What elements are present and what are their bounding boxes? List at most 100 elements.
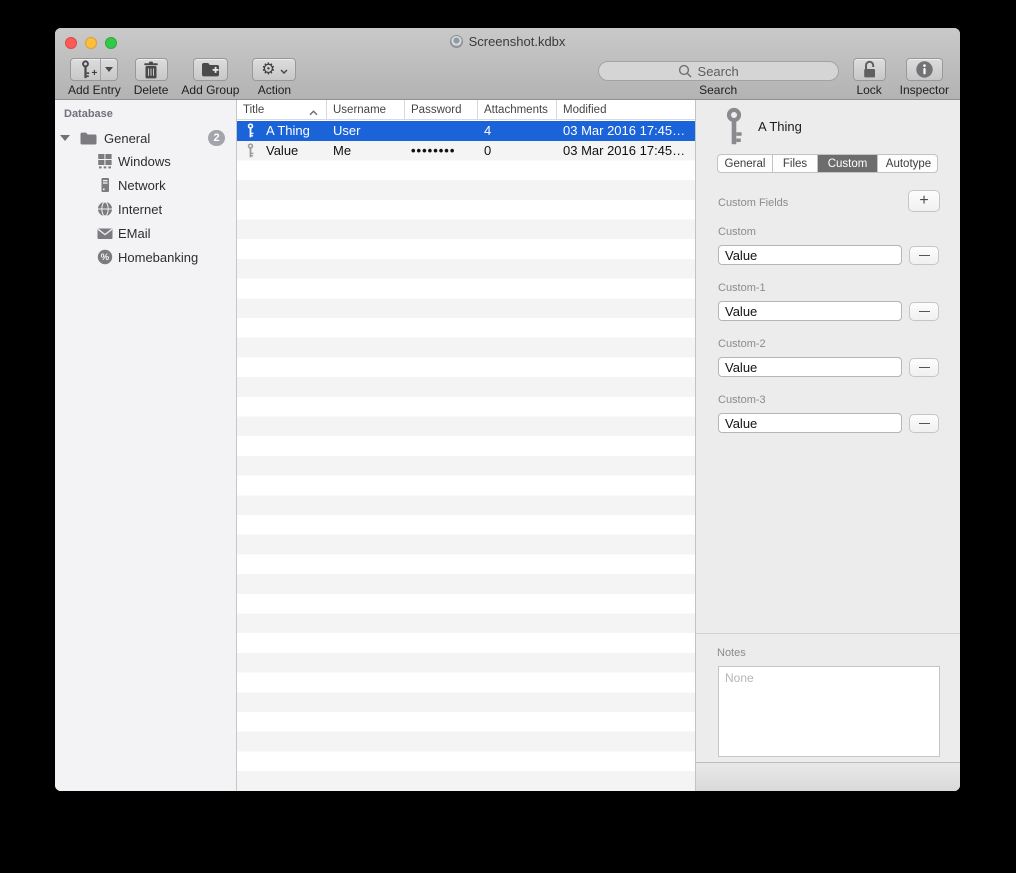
add-field-button[interactable]: +	[908, 190, 940, 212]
custom-fields-label: Custom Fields	[718, 197, 788, 209]
column-header-title[interactable]: Title	[237, 100, 327, 119]
cell-username: User	[327, 123, 405, 138]
search-icon	[678, 64, 692, 83]
desktop: Screenshot.kdbx + Add Entry Delete	[0, 0, 1016, 873]
sidebar-item-windows[interactable]: Windows	[55, 150, 236, 172]
toolbar-left-group: + Add Entry Delete Add Group	[68, 58, 296, 97]
cell-modified: 03 Mar 2016 17:45…	[557, 123, 695, 138]
entry-count-badge: 2	[208, 130, 225, 146]
delete-item: Delete	[134, 58, 169, 97]
sidebar-group-general[interactable]: General 2	[55, 127, 236, 149]
tab-files[interactable]: Files	[773, 155, 818, 172]
tab-custom[interactable]: Custom	[818, 155, 878, 172]
inspector-item: Inspector	[900, 58, 949, 97]
add-entry-item: + Add Entry	[68, 58, 121, 97]
windows-icon	[96, 153, 113, 169]
table-row[interactable]: A Thing User 4 03 Mar 2016 17:45…	[237, 121, 695, 141]
toolbar-right-group: Search Lock Inspector	[598, 58, 949, 97]
column-header-modified[interactable]: Modified	[557, 100, 695, 119]
key-icon	[247, 123, 254, 138]
toolbar-items: + Add Entry Delete Add Group	[68, 58, 949, 97]
divider	[696, 633, 960, 634]
entry-table: TitleUsernamePasswordAttachmentsModified…	[237, 100, 695, 791]
notes-label: Notes	[717, 647, 746, 659]
sidebar-item-network[interactable]: Network	[55, 174, 236, 196]
tab-general[interactable]: General	[718, 155, 773, 172]
column-header-attachments[interactable]: Attachments	[478, 100, 557, 119]
cell-title: Value	[237, 143, 327, 158]
custom-field-value-input[interactable]	[718, 413, 902, 433]
delete-label: Delete	[134, 83, 169, 97]
sidebar-item-email[interactable]: EMail	[55, 222, 236, 244]
sidebar-section-header: Database	[64, 108, 113, 120]
disclosure-triangle-icon[interactable]	[60, 135, 70, 141]
chevron-down-icon	[105, 67, 113, 72]
minus-icon	[919, 367, 930, 368]
column-header-password[interactable]: Password	[405, 100, 478, 119]
folder-icon	[80, 132, 97, 145]
key-icon	[725, 107, 743, 151]
custom-field-value-input[interactable]	[718, 301, 902, 321]
window-title: Screenshot.kdbx	[469, 34, 566, 49]
add-group-button[interactable]	[193, 58, 228, 81]
table-body[interactable]: A Thing User 4 03 Mar 2016 17:45…Value M…	[237, 121, 695, 791]
inspector-label: Inspector	[900, 83, 949, 97]
gear-icon: ⚙	[261, 62, 275, 78]
cell-attachments: 4	[478, 123, 557, 138]
sort-ascending-icon	[309, 107, 318, 119]
custom-field-label: Custom-2	[718, 338, 766, 350]
custom-field-value-input[interactable]	[718, 245, 902, 265]
remove-field-button[interactable]	[909, 414, 939, 433]
sidebar-item-label: EMail	[118, 226, 151, 241]
action-label: Action	[258, 83, 291, 97]
sidebar-item-label: Windows	[118, 154, 171, 169]
add-entry-dropdown[interactable]	[100, 59, 117, 80]
cell-password: ••••••••	[405, 143, 478, 158]
inspector-tabs: GeneralFilesCustomAutotype	[717, 154, 938, 173]
key-icon	[247, 143, 254, 158]
column-header-username[interactable]: Username	[327, 100, 405, 119]
sidebar-item-label: Internet	[118, 202, 162, 217]
table-row[interactable]: Value Me •••••••• 0 03 Mar 2016 17:45…	[237, 141, 695, 161]
search-input[interactable]	[598, 61, 839, 81]
notes-textarea[interactable]	[718, 666, 940, 757]
sidebar-group-label: General	[104, 131, 150, 146]
sidebar-item-homebanking[interactable]: % Homebanking	[55, 246, 236, 268]
inspector-button[interactable]	[906, 58, 943, 81]
search-item: Search	[598, 61, 839, 97]
minus-icon	[919, 311, 930, 312]
sidebar-item-internet[interactable]: Internet	[55, 198, 236, 220]
internet-icon	[96, 201, 113, 217]
add-group-label: Add Group	[181, 83, 239, 97]
tab-autotype[interactable]: Autotype	[878, 155, 938, 172]
lock-label: Lock	[856, 83, 881, 97]
remove-field-button[interactable]	[909, 246, 939, 265]
inspector-footer	[696, 762, 960, 791]
entry-title: A Thing	[758, 119, 802, 134]
titlebar: Screenshot.kdbx	[55, 34, 960, 49]
remove-field-button[interactable]	[909, 302, 939, 321]
key-plus-icon[interactable]: +	[71, 59, 100, 80]
cell-modified: 03 Mar 2016 17:45…	[557, 143, 695, 158]
lock-button[interactable]	[853, 58, 886, 81]
main-content: Database General 2 Windows Network Inter…	[55, 100, 960, 791]
cell-title: A Thing	[237, 123, 327, 138]
minus-icon	[919, 255, 930, 256]
custom-field-value-input[interactable]	[718, 357, 902, 377]
lock-item: Lock	[853, 58, 886, 97]
homebanking-icon: %	[96, 249, 113, 265]
action-button[interactable]: ⚙	[252, 58, 296, 81]
toolbar: Screenshot.kdbx + Add Entry Delete	[55, 28, 960, 100]
app-window: Screenshot.kdbx + Add Entry Delete	[55, 28, 960, 791]
email-icon	[96, 226, 113, 240]
add-entry-label: Add Entry	[68, 83, 121, 97]
add-group-item: Add Group	[181, 58, 239, 97]
custom-field-label: Custom	[718, 226, 756, 238]
add-entry-button[interactable]: +	[70, 58, 118, 81]
svg-text:%: %	[100, 252, 109, 263]
delete-button[interactable]	[135, 58, 168, 81]
minus-icon	[919, 423, 930, 424]
table-header: TitleUsernamePasswordAttachmentsModified	[237, 100, 695, 120]
search-label: Search	[699, 83, 737, 97]
remove-field-button[interactable]	[909, 358, 939, 377]
